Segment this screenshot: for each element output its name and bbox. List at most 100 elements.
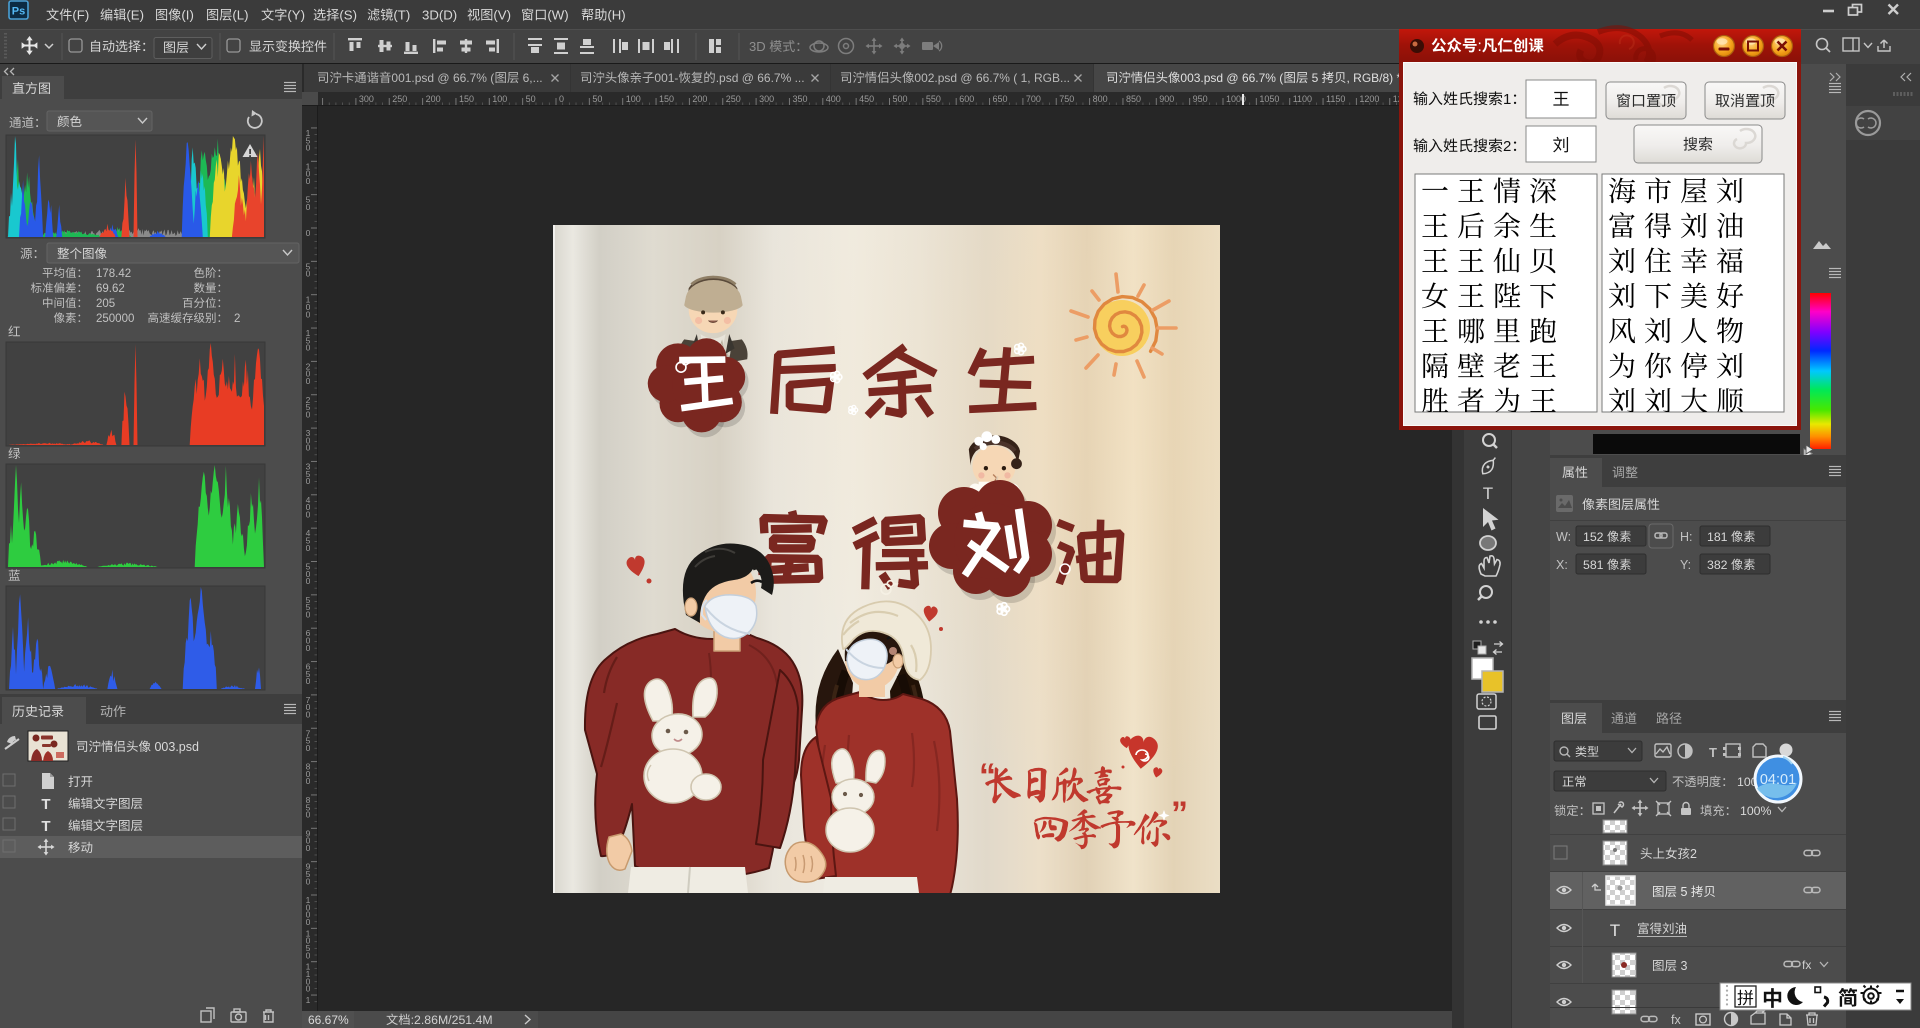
svg-text:152: 152 xyxy=(1583,530,1607,544)
svg-text:003.psd: 003.psd xyxy=(151,740,199,754)
svg-text:50: 50 xyxy=(526,94,536,104)
svg-text:fx: fx xyxy=(1671,1013,1681,1027)
svg-text:250: 250 xyxy=(392,94,407,104)
svg-text:”: ” xyxy=(1171,795,1188,833)
svg-text:0: 0 xyxy=(306,443,311,453)
svg-text:1: 1 xyxy=(306,995,311,1005)
svg-text:500: 500 xyxy=(893,94,908,104)
svg-text:T: T xyxy=(1483,484,1493,503)
svg-text:200: 200 xyxy=(426,94,441,104)
svg-text:0: 0 xyxy=(306,343,311,353)
svg-text:0: 0 xyxy=(306,202,311,212)
svg-text:0: 0 xyxy=(306,876,311,886)
svg-text:3D: 3D xyxy=(749,39,769,54)
svg-text:(W): (W) xyxy=(547,8,568,23)
svg-text:3D(D): 3D(D) xyxy=(422,8,457,23)
svg-text:(H): (H) xyxy=(607,8,625,23)
svg-text:150: 150 xyxy=(459,94,474,104)
svg-text:700: 700 xyxy=(1026,94,1041,104)
svg-text:002.psd @ 66.7% ( 1, RGB...: 002.psd @ 66.7% ( 1, RGB... xyxy=(914,71,1070,85)
svg-text:3: 3 xyxy=(1677,959,1687,973)
svg-text:6,...: 6,... xyxy=(519,71,542,85)
svg-text:0: 0 xyxy=(306,810,311,820)
svg-text:100: 100 xyxy=(626,94,641,104)
svg-text:5: 5 xyxy=(1677,885,1691,899)
svg-text:650: 650 xyxy=(993,94,1008,104)
svg-text:Ps: Ps xyxy=(12,6,25,18)
svg-text:0: 0 xyxy=(306,576,311,586)
svg-text:66.67%: 66.67% xyxy=(308,1013,349,1027)
svg-text:(S): (S) xyxy=(339,8,357,23)
svg-text:X:: X: xyxy=(1556,558,1568,572)
svg-text:5: 5 xyxy=(1308,71,1321,85)
svg-text:1150: 1150 xyxy=(1326,94,1345,104)
svg-text:04:01: 04:01 xyxy=(1760,772,1796,788)
svg-text:450: 450 xyxy=(859,94,874,104)
svg-text:(E): (E) xyxy=(126,8,144,23)
svg-text:0: 0 xyxy=(306,710,311,720)
svg-text:W:: W: xyxy=(1556,530,1571,544)
svg-text:(L): (L) xyxy=(232,8,248,23)
svg-text:50: 50 xyxy=(592,94,602,104)
svg-text:0: 0 xyxy=(306,376,311,386)
svg-text:2: 2 xyxy=(1503,138,1511,155)
svg-text:0: 0 xyxy=(306,176,311,186)
svg-text:0: 0 xyxy=(306,309,311,319)
svg-text:850: 850 xyxy=(1126,94,1141,104)
svg-text:0: 0 xyxy=(306,269,311,279)
svg-text:181: 181 xyxy=(1707,530,1731,544)
svg-text:550: 550 xyxy=(926,94,941,104)
svg-text:0: 0 xyxy=(306,676,311,686)
svg-text:0: 0 xyxy=(306,409,311,419)
svg-text:600: 600 xyxy=(959,94,974,104)
svg-text:“: “ xyxy=(979,757,996,795)
svg-text:fx: fx xyxy=(1802,958,1811,972)
svg-text:0: 0 xyxy=(306,543,311,553)
svg-text:0: 0 xyxy=(306,143,311,153)
svg-text:900: 900 xyxy=(1159,94,1174,104)
svg-text:800: 800 xyxy=(1093,94,1108,104)
svg-text:2: 2 xyxy=(1690,847,1697,861)
svg-text:(V): (V) xyxy=(493,8,511,23)
svg-text:(T): (T) xyxy=(393,8,410,23)
svg-text:300: 300 xyxy=(759,94,774,104)
svg-text:0: 0 xyxy=(306,917,311,927)
svg-text:205: 205 xyxy=(96,298,115,310)
svg-text:(I): (I) xyxy=(181,8,193,23)
svg-text:0: 0 xyxy=(306,476,311,486)
svg-text:100%: 100% xyxy=(1740,804,1772,818)
svg-text:178.42: 178.42 xyxy=(96,268,131,280)
svg-text:.psd @ 66.7% ...: .psd @ 66.7% ... xyxy=(716,71,805,85)
svg-text:0: 0 xyxy=(306,984,311,994)
svg-text:0: 0 xyxy=(306,609,311,619)
svg-text:1100: 1100 xyxy=(1293,94,1312,104)
svg-text::2.86M/251.4M: :2.86M/251.4M xyxy=(411,1013,493,1027)
svg-text:H:: H: xyxy=(1680,530,1693,544)
svg-text:, RGB/8) *: , RGB/8) * xyxy=(1347,71,1402,85)
svg-text:T: T xyxy=(1709,745,1717,760)
svg-text:001.psd @ 66.7% (: 001.psd @ 66.7% ( xyxy=(391,71,494,85)
svg-text:T: T xyxy=(41,818,50,835)
svg-text:200: 200 xyxy=(692,94,707,104)
svg-text:2: 2 xyxy=(234,313,240,325)
svg-text:T: T xyxy=(1610,921,1620,940)
svg-text:003.psd @ 66.7% (: 003.psd @ 66.7% ( xyxy=(1180,71,1283,85)
svg-text:0: 0 xyxy=(306,843,311,853)
svg-text:001-: 001- xyxy=(654,71,678,85)
svg-text:0: 0 xyxy=(306,643,311,653)
svg-text:150: 150 xyxy=(659,94,674,104)
svg-text:250: 250 xyxy=(726,94,741,104)
svg-text:300: 300 xyxy=(359,94,374,104)
svg-text:0: 0 xyxy=(306,950,311,960)
svg-text:T: T xyxy=(41,796,50,813)
svg-text:0: 0 xyxy=(306,509,311,519)
svg-text:350: 350 xyxy=(792,94,807,104)
svg-text:950: 950 xyxy=(1193,94,1208,104)
svg-text:69.62: 69.62 xyxy=(96,283,125,295)
svg-text:100: 100 xyxy=(492,94,507,104)
svg-text:0: 0 xyxy=(306,776,311,786)
svg-text:382: 382 xyxy=(1707,558,1731,572)
svg-text:250000: 250000 xyxy=(96,313,134,325)
svg-text:0: 0 xyxy=(306,228,311,238)
svg-text:0: 0 xyxy=(559,94,564,104)
